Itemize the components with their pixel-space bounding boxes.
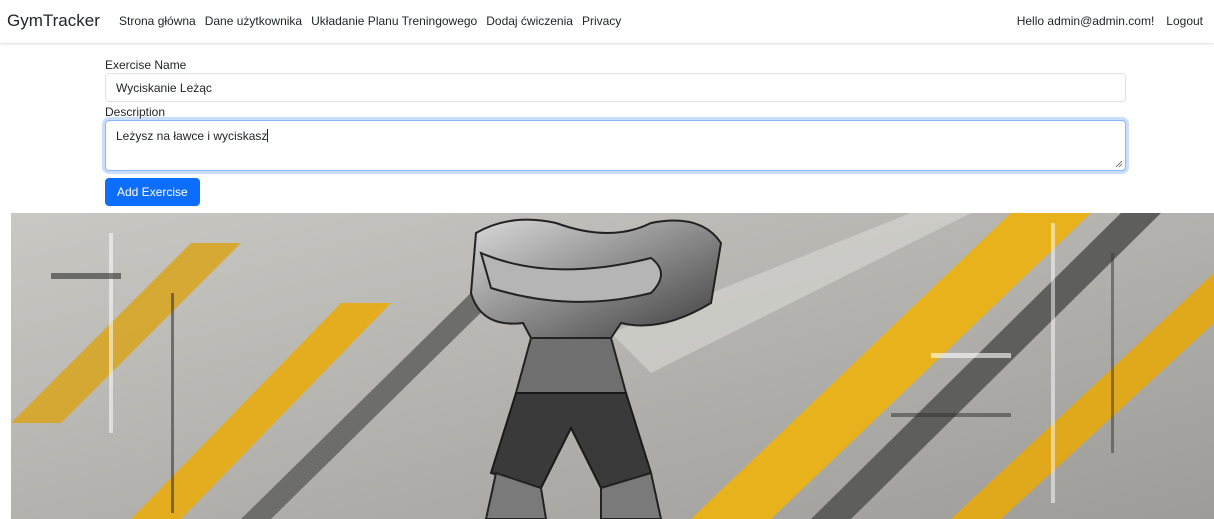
brand-link[interactable]: GymTracker bbox=[7, 11, 100, 31]
nav-link-user-data[interactable]: Dane użytkownika bbox=[205, 14, 302, 28]
resize-handle-icon[interactable] bbox=[1115, 160, 1123, 168]
nav-user-area: Hello admin@admin.com! Logout bbox=[1017, 14, 1203, 28]
bodybuilder-artwork bbox=[11, 213, 1214, 519]
text-caret bbox=[267, 129, 269, 142]
nav-links: Strona główna Dane użytkownika Układanie… bbox=[119, 14, 630, 28]
user-greeting-link[interactable]: Hello admin@admin.com! bbox=[1017, 14, 1155, 28]
nav-link-training-plan[interactable]: Układanie Planu Treningowego bbox=[311, 14, 477, 28]
exercise-name-label: Exercise Name bbox=[105, 58, 187, 72]
description-textarea[interactable]: Leżysz na ławce i wyciskasz bbox=[105, 120, 1126, 171]
hero-banner-image bbox=[11, 213, 1214, 519]
description-label: Description bbox=[105, 105, 166, 119]
exercise-name-input[interactable]: Wyciskanie Leżąc bbox=[105, 73, 1126, 102]
nav-link-home[interactable]: Strona główna bbox=[119, 14, 196, 28]
add-exercise-form: Exercise Name Wyciskanie Leżąc Descripti… bbox=[105, 57, 1126, 206]
description-value: Leżysz na ławce i wyciskasz bbox=[116, 129, 268, 143]
nav-link-add-exercises[interactable]: Dodaj ćwiczenia bbox=[486, 14, 573, 28]
top-navbar: GymTracker Strona główna Dane użytkownik… bbox=[0, 0, 1214, 44]
add-exercise-button[interactable]: Add Exercise bbox=[105, 178, 200, 206]
nav-link-privacy[interactable]: Privacy bbox=[582, 14, 621, 28]
logout-link[interactable]: Logout bbox=[1166, 14, 1203, 28]
exercise-name-value: Wyciskanie Leżąc bbox=[116, 80, 212, 95]
